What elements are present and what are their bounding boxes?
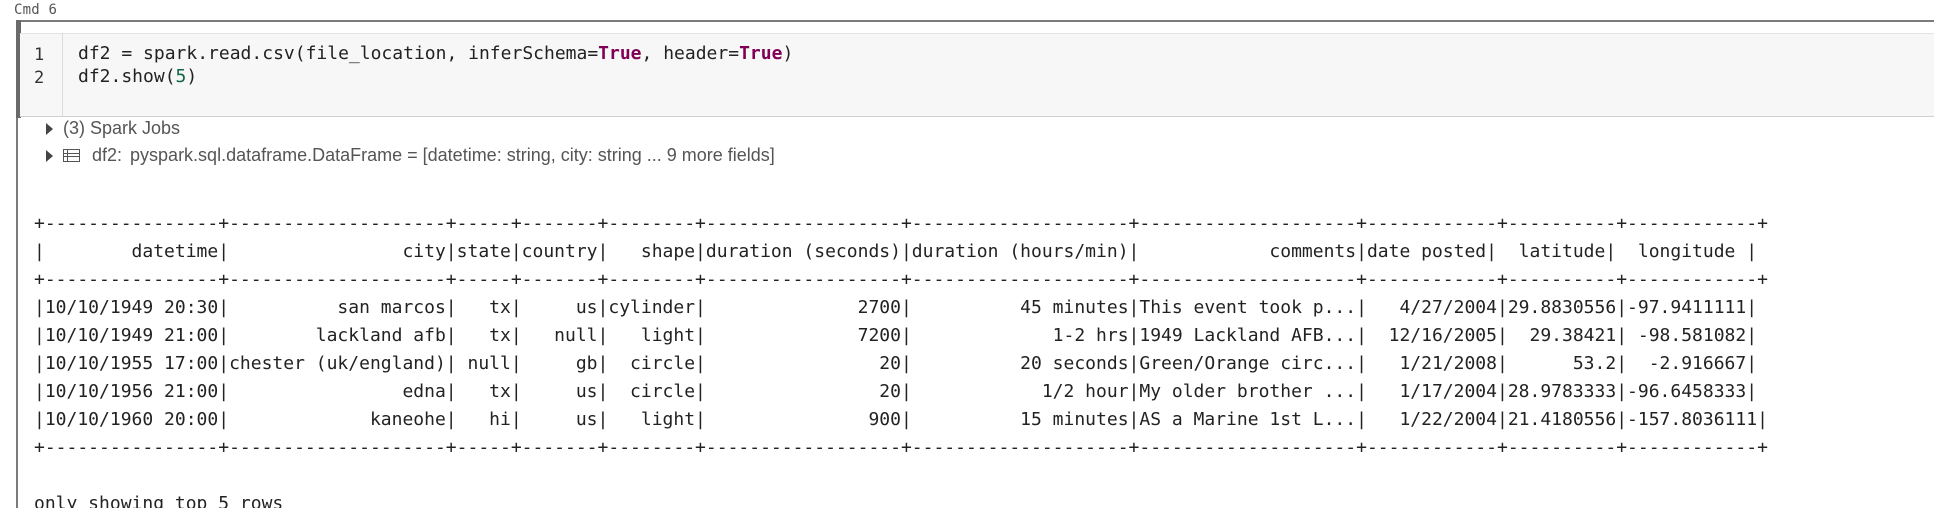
spark-jobs-label: (3) Spark Jobs: [63, 118, 181, 138]
code-token: df2 = spark.read.csv(file_location, infe…: [78, 43, 599, 64]
code-editor[interactable]: 1 2 df2 = spark.read.csv(file_location, …: [20, 33, 1934, 117]
dataframe-show-output: +----------------+--------------------+-…: [34, 213, 1768, 508]
code-keyword: True: [598, 43, 642, 64]
chevron-right-icon[interactable]: [46, 149, 53, 162]
code-token: ): [782, 43, 794, 64]
line-number-gutter: 1 2: [20, 34, 63, 116]
dataframe-schema: pyspark.sql.dataframe.DataFrame = [datet…: [130, 145, 775, 165]
dataframe-schema-toggle[interactable]: df2: pyspark.sql.dataframe.DataFrame = […: [46, 145, 775, 166]
code-token: , header=: [641, 43, 740, 64]
cell-command-label: Cmd 6: [14, 2, 58, 18]
code-line-1[interactable]: df2 = spark.read.csv(file_location, infe…: [78, 43, 793, 64]
line-number: 1: [34, 45, 45, 65]
code-number: 5: [175, 66, 187, 87]
code-keyword: True: [739, 43, 783, 64]
dataframe-name: df2:: [92, 145, 123, 165]
cell-output: (3) Spark Jobs df2: pyspark.sql.datafram…: [20, 118, 1934, 508]
spark-jobs-toggle[interactable]: (3) Spark Jobs: [46, 118, 180, 139]
code-token: ): [186, 66, 198, 87]
table-icon: [63, 149, 80, 162]
line-number: 2: [34, 68, 45, 88]
chevron-right-icon[interactable]: [46, 122, 53, 135]
code-token: df2.show(: [78, 66, 176, 87]
code-line-2[interactable]: df2.show(5): [78, 66, 197, 87]
